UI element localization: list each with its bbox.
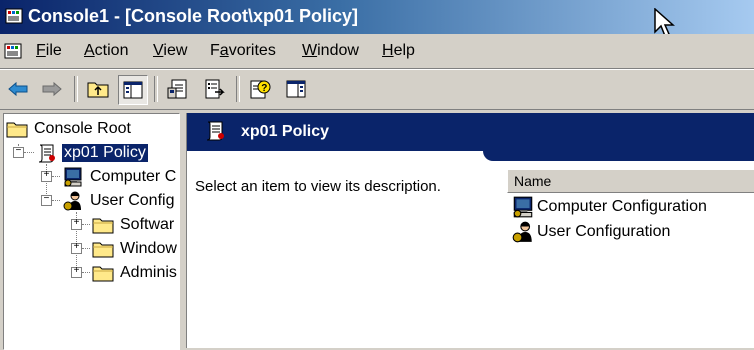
details-header-title: xp01 Policy: [241, 123, 330, 140]
tree-node-administrative-templates[interactable]: Adminis: [92, 262, 179, 284]
toolbar: ?: [0, 69, 754, 108]
folder-icon: [92, 266, 114, 282]
toolbar-separator: [154, 76, 158, 102]
export-list-icon: [205, 79, 225, 99]
computer-configuration-icon: [64, 167, 82, 187]
menu-window[interactable]: Window: [302, 42, 359, 60]
menu-favorites[interactable]: Favorites: [210, 42, 276, 60]
menu-view[interactable]: View: [153, 42, 187, 60]
collapse-toggle[interactable]: −: [13, 147, 24, 158]
help-icon: ?: [250, 80, 271, 99]
tree-node-label: Computer C: [90, 168, 177, 185]
list-item-label: User Configuration: [537, 223, 671, 240]
collapse-toggle[interactable]: −: [41, 195, 52, 206]
show-hide-tree-icon: [123, 81, 143, 99]
tree-node-computer-configuration[interactable]: Computer C: [62, 166, 178, 188]
list-column-header-name[interactable]: Name: [507, 169, 754, 193]
menu-file[interactable]: File: [36, 42, 62, 60]
window-title: Console1 - [Console Root\xp01 Policy]: [28, 6, 359, 26]
tree-connector: [52, 200, 60, 201]
back-arrow-icon: [8, 81, 28, 97]
tree-node-label: User Config: [90, 192, 175, 209]
console-content: Console Root − xp01 Policy + Computer C …: [0, 109, 754, 350]
list-item-label: Computer Configuration: [537, 198, 707, 215]
menu-help[interactable]: Help: [382, 42, 415, 60]
user-configuration-icon: [63, 191, 81, 211]
list-item-user-configuration[interactable]: User Configuration: [511, 220, 670, 244]
tree-node-label: Console Root: [34, 120, 131, 137]
expand-toggle[interactable]: +: [71, 243, 82, 254]
expand-toggle[interactable]: +: [71, 267, 82, 278]
column-header-label: Name: [514, 173, 552, 189]
tree-connector: [52, 176, 60, 177]
details-list[interactable]: Name Computer Configuration User Configu…: [507, 169, 754, 348]
tree-node-label: Softwar: [120, 216, 175, 233]
tree-connector: [82, 248, 90, 249]
menu-action[interactable]: Action: [84, 42, 128, 60]
help-button[interactable]: ?: [246, 75, 274, 103]
policy-scroll-icon: [206, 121, 224, 141]
folder-icon: [92, 218, 114, 234]
scope-tree-pane[interactable]: Console Root − xp01 Policy + Computer C …: [3, 113, 180, 350]
expand-toggle[interactable]: +: [71, 219, 82, 230]
up-folder-icon: [87, 82, 109, 98]
show-hide-action-pane-button[interactable]: [282, 75, 310, 103]
tree-node-label: Adminis: [120, 264, 177, 281]
export-list-button[interactable]: [200, 75, 228, 103]
menu-bar: File Action View Favorites Window Help: [0, 34, 754, 69]
show-hide-tree-button[interactable]: [118, 75, 148, 105]
title-bar[interactable]: Console1 - [Console Root\xp01 Policy]: [0, 0, 754, 34]
tree-node-label: Window: [120, 240, 177, 257]
description-text: Select an item to view its description.: [195, 178, 441, 195]
tree-node-software-settings[interactable]: Softwar: [92, 214, 176, 236]
list-item-computer-configuration[interactable]: Computer Configuration: [511, 195, 707, 219]
back-button[interactable]: [4, 75, 32, 103]
folder-icon: [92, 242, 114, 258]
computer-configuration-icon: [513, 196, 533, 218]
details-header-tab: [493, 151, 754, 161]
tree-node-label: xp01 Policy: [61, 143, 149, 163]
tree-node-console-root[interactable]: Console Root: [6, 118, 133, 140]
tree-node-user-configuration[interactable]: User Config: [62, 190, 176, 212]
forward-arrow-icon: [42, 81, 62, 97]
tree-connector: [82, 272, 90, 273]
toolbar-separator: [236, 76, 240, 102]
up-one-level-button[interactable]: [84, 75, 112, 103]
tree-node-windows-settings[interactable]: Window: [92, 238, 179, 260]
mmc-app-icon[interactable]: [4, 6, 24, 26]
policy-scroll-icon: [38, 144, 55, 163]
tree-node-xp01-policy[interactable]: xp01 Policy: [36, 142, 149, 164]
toolbar-separator: [74, 76, 78, 102]
pane-splitter[interactable]: [181, 110, 185, 348]
tree-connector: [24, 152, 34, 153]
folder-icon: [6, 122, 28, 138]
properties-icon: [167, 79, 187, 99]
details-pane: xp01 Policy Select an item to view its d…: [186, 113, 754, 348]
forward-button[interactable]: [38, 75, 66, 103]
user-configuration-icon: [512, 221, 532, 243]
expand-toggle[interactable]: +: [41, 171, 52, 182]
show-hide-action-pane-icon: [286, 80, 306, 98]
properties-button[interactable]: [164, 75, 192, 103]
tree-connector: [82, 224, 90, 225]
svg-text:?: ?: [261, 83, 267, 94]
mdi-child-window-icon[interactable]: [2, 40, 24, 62]
details-header: xp01 Policy: [187, 113, 754, 151]
